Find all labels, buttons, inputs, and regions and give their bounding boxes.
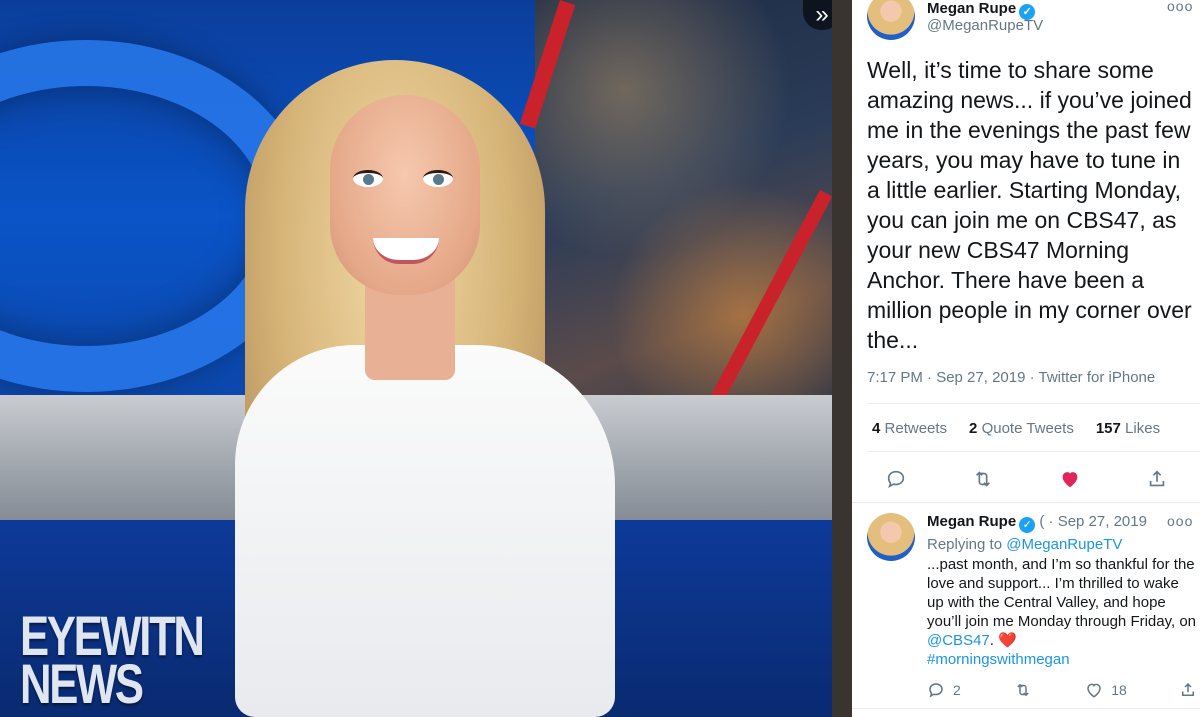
retweets-stat[interactable]: 4 Retweets [872,420,947,437]
author-handle[interactable]: @MeganRupeTV [927,17,1043,34]
avatar[interactable] [867,0,915,40]
share-button[interactable] [1137,460,1177,498]
divider [852,502,1200,503]
reply-action-bar: 2 18 [927,679,1197,701]
mention-link[interactable]: @CBS47 [927,632,990,649]
tweet-text: Well, it’s time to share some amazing ne… [867,57,1192,353]
reply-button[interactable] [876,460,916,498]
divider [867,451,1200,452]
retweet-button[interactable] [1013,681,1033,699]
divider [867,403,1200,404]
double-chevron-right-icon: » [815,1,829,28]
retweet-button[interactable] [963,460,1003,498]
like-icon [1087,683,1101,698]
heart-emoji: ❤️ [998,632,1017,649]
reply-button[interactable]: 2 [927,681,961,699]
replying-to: Replying to @MeganRupeTV [927,536,1123,553]
panel-divider [832,0,852,717]
more-options-icon[interactable]: ooo [1167,513,1193,529]
anchor-eye-right [423,170,453,187]
share-button[interactable] [1179,681,1197,699]
reply-icon [929,683,943,698]
reply-header: Megan Rupe ✓ ( · Sep 27, 2019 [927,513,1147,533]
retweet-icon [1017,683,1029,697]
like-button[interactable]: 18 [1085,681,1127,699]
eyewitness-news-logo: EYEWITN NEWS [20,604,205,715]
verified-badge-icon: ✓ [1019,517,1036,533]
anchor-eye-left [353,170,383,187]
anchor-face [330,95,480,295]
like-icon [1062,472,1077,488]
quote-tweets-stat[interactable]: 2 Quote Tweets [969,420,1074,437]
reply-handle-fragment[interactable]: ( [1039,513,1044,530]
tweet-media-photo[interactable]: EYEWITN NEWS [0,0,832,717]
hashtag-link[interactable]: #morningswithmegan [927,651,1070,668]
like-count: 18 [1111,682,1127,698]
replying-to-handle-link[interactable]: @MeganRupeTV [1006,536,1122,553]
reply-author-name[interactable]: Megan Rupe [927,513,1016,530]
like-button[interactable] [1050,460,1090,498]
more-options-icon[interactable]: ooo [1167,0,1193,14]
tweet-detail-panel: Megan Rupe ✓ @MeganRupeTV ooo Well, it’s … [852,0,1200,717]
reply-count: 2 [953,682,961,698]
reply-text: ...past month, and I’m so thankful for t… [927,556,1197,668]
tweet-timestamp[interactable]: 7:17 PM · Sep 27, 2019 · Twitter for iPh… [867,369,1155,386]
reply-date[interactable]: · Sep 27, 2019 [1049,513,1147,530]
anchor-dress [235,345,615,717]
engagement-stats: 4 Retweets 2 Quote Tweets 157 Likes [872,420,1160,437]
share-icon [1149,470,1164,487]
retweet-icon [975,471,990,487]
reply-icon [887,470,904,489]
divider [852,708,1200,709]
tweet-action-bar [852,460,1200,498]
share-icon [1181,682,1194,696]
likes-stat[interactable]: 157 Likes [1096,420,1160,437]
city-backdrop [535,0,832,450]
avatar[interactable] [867,513,915,561]
